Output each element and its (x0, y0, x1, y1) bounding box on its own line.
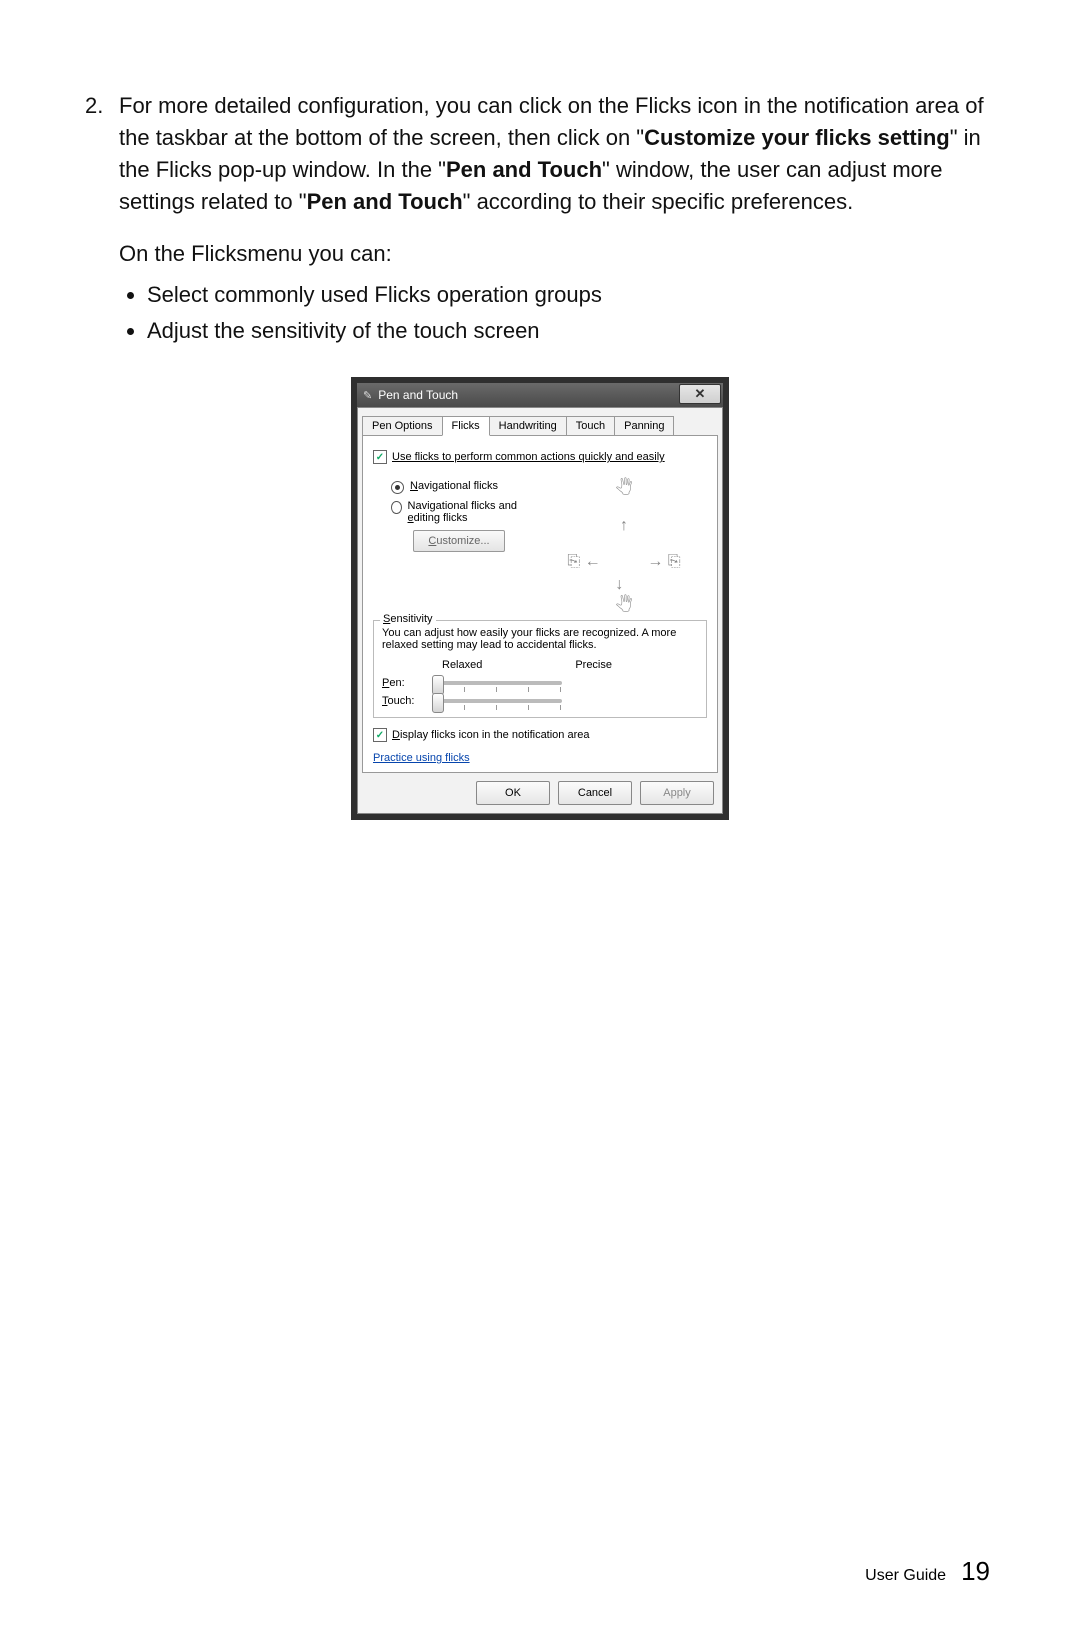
close-button[interactable]: ✕ (679, 384, 721, 404)
flick-up-icon: 🖑 (606, 477, 642, 504)
footer-guide: User Guide (865, 1567, 946, 1584)
text: " according to their specific preference… (463, 189, 854, 214)
label-precise: Precise (575, 659, 612, 671)
tab-touch[interactable]: Touch (566, 416, 615, 436)
pen-and-touch-dialog: ✎ Pen and Touch ✕ Pen Options Flicks Han… (351, 377, 729, 820)
checkbox-icon[interactable] (373, 450, 387, 464)
use-flicks-checkbox-row[interactable]: Use flicks to perform common actions qui… (373, 450, 707, 464)
dialog-title: Pen and Touch (378, 388, 458, 402)
touch-slider-label: Touch: (382, 695, 432, 707)
sensitivity-legend: Sensitivity (380, 613, 436, 625)
flick-right-icon: → ⎘ (646, 553, 682, 571)
tab-handwriting[interactable]: Handwriting (489, 416, 567, 436)
tab-pen-options[interactable]: Pen Options (362, 416, 443, 436)
cancel-button[interactable]: Cancel (558, 781, 632, 805)
list-item: Adjust the sensitivity of the touch scre… (147, 315, 995, 347)
display-icon-label: Display flicks icon in the notification … (392, 729, 590, 741)
customize-button[interactable]: Customize... (413, 530, 505, 552)
page-footer: User Guide 19 (865, 1556, 990, 1587)
radio-label: Navigational flicks and editing flicks (408, 500, 541, 524)
practice-link[interactable]: Practice using flicks (373, 752, 470, 764)
radio-navigational-editing[interactable]: Navigational flicks and editing flicks (391, 500, 541, 524)
checkbox-icon[interactable] (373, 728, 387, 742)
text-bold: Pen and Touch (446, 157, 602, 182)
pen-icon: ✎ (363, 389, 372, 402)
flick-left-icon: ⎘ ← (566, 553, 602, 571)
radio-navigational[interactable]: Navigational flicks (391, 480, 541, 494)
radio-icon[interactable] (391, 501, 402, 514)
sensitivity-desc: You can adjust how easily your flicks ar… (382, 627, 698, 651)
radio-icon[interactable] (391, 481, 404, 494)
display-icon-checkbox-row[interactable]: Display flicks icon in the notification … (373, 728, 707, 742)
use-flicks-label: Use flicks to perform common actions qui… (392, 451, 665, 463)
bullet-list: Select commonly used Flicks operation gr… (119, 279, 995, 347)
list-item: Select commonly used Flicks operation gr… (147, 279, 995, 311)
text-bold: Customize your flicks setting (644, 125, 950, 150)
tab-strip: Pen Options Flicks Handwriting Touch Pan… (362, 412, 718, 436)
slider-thumb[interactable] (432, 675, 444, 695)
tab-flicks[interactable]: Flicks (442, 416, 490, 436)
apply-button[interactable]: Apply (640, 781, 714, 805)
radio-label: Navigational flicks (410, 480, 498, 492)
sensitivity-group: Sensitivity You can adjust how easily yo… (373, 620, 707, 718)
pen-slider-label: Pen: (382, 677, 432, 689)
pen-slider[interactable] (432, 681, 562, 685)
paragraph-2: On the Flicksmenu you can: (119, 238, 995, 270)
ok-button[interactable]: OK (476, 781, 550, 805)
label-relaxed: Relaxed (442, 659, 482, 671)
title-bar[interactable]: ✎ Pen and Touch ✕ (357, 383, 723, 407)
touch-slider[interactable] (432, 699, 562, 703)
list-number: 2. (85, 90, 119, 218)
slider-thumb[interactable] (432, 693, 444, 713)
text-bold: Pen and Touch (307, 189, 463, 214)
tab-panning[interactable]: Panning (614, 416, 674, 436)
flicks-diagram: 🖑 ↑ ⎘ ←→ ⎘ ↓🖑 (541, 474, 707, 614)
arrow-up-icon: ↑ (606, 517, 642, 535)
page-number: 19 (961, 1556, 990, 1586)
paragraph-1: For more detailed configuration, you can… (119, 90, 995, 218)
arrow-down-icon: ↓🖑 (606, 576, 642, 621)
